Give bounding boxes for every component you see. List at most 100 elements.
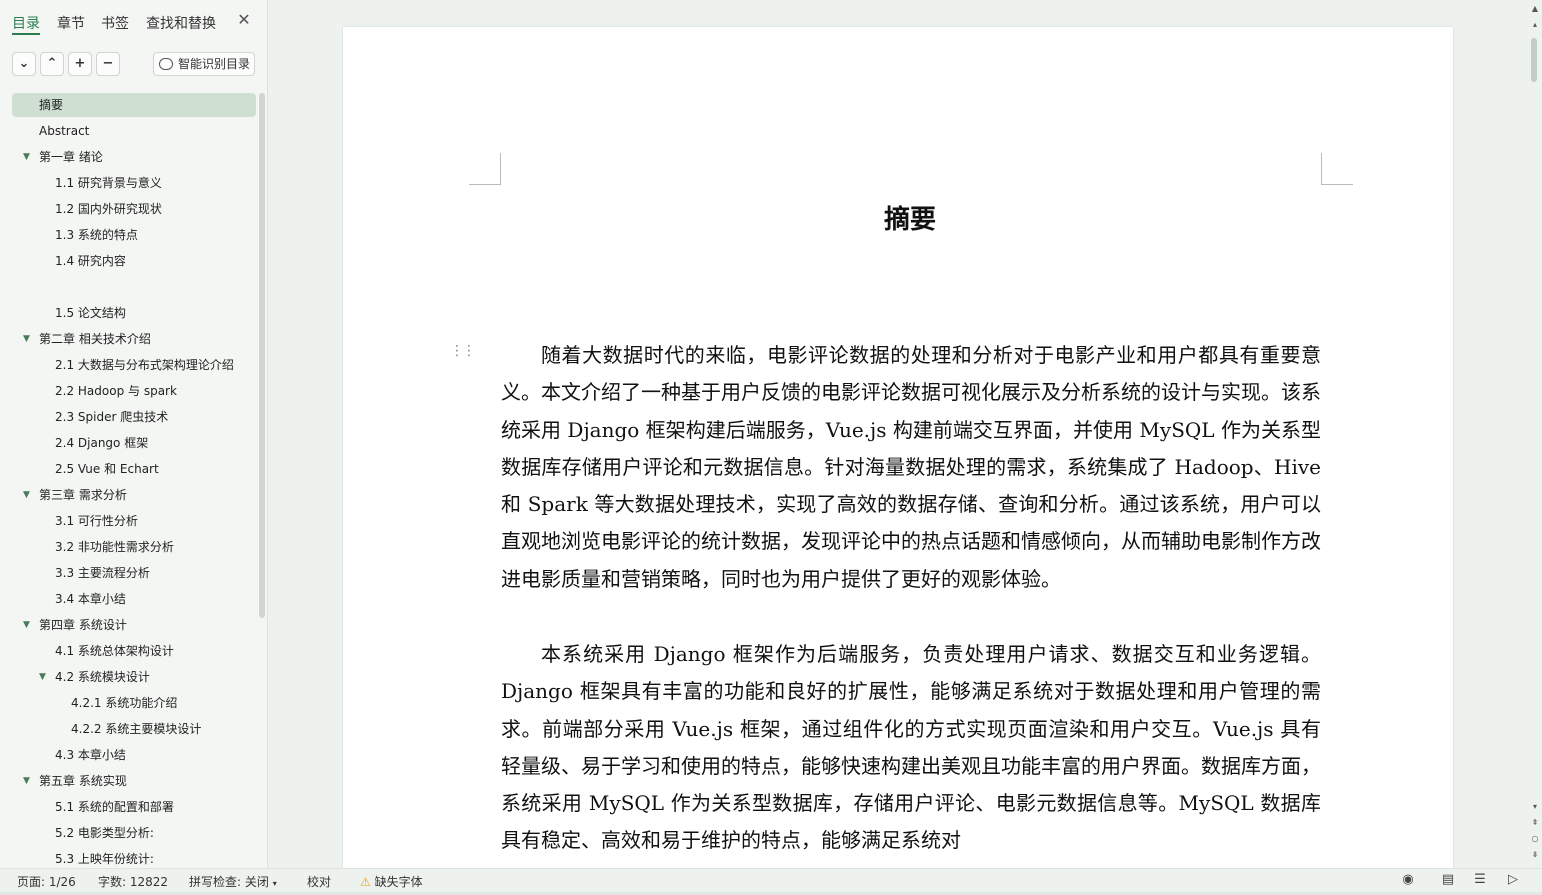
toc-item-label: 2.1 大数据与分布式架构理论介绍 [55,358,234,372]
toc-item[interactable]: 1.5 论文结构 [12,301,256,325]
scroll-up-icon[interactable]: ▴ [1530,20,1540,29]
toc-item-label: 1.5 论文结构 [55,306,126,320]
expand-arrow-icon[interactable]: ▼ [39,665,49,689]
toc-scrollbar[interactable] [259,93,265,618]
page-indicator[interactable]: 页面: 1/26 [17,873,76,890]
margin-corner-tl [469,153,501,185]
status-bar: 页面: 1/26 字数: 12822 拼写检查: 关闭 ▾ 校对 ⚠ 缺失字体 … [0,868,1542,892]
toc-item[interactable]: ▼ 第三章 需求分析 [12,483,256,507]
toc-item[interactable]: 摘要 [12,93,256,117]
tab-bookmarks[interactable]: 书签 [101,13,129,33]
toc-item[interactable]: 1.2 国内外研究现状 [12,197,256,221]
paragraph: 随着大数据时代的来临，电影评论数据的处理和分析对于电影产业和用户都具有重要意义。… [501,343,1321,591]
toc-item-label: 2.4 Django 框架 [55,436,149,450]
toc-item-label: 5.1 系统的配置和部署 [55,800,174,814]
toc-item-label: 3.3 主要流程分析 [55,566,150,580]
next-page-icon[interactable]: ⇟ [1530,850,1540,859]
page-view-icon[interactable]: ▤ [1439,872,1457,890]
smart-toc-button[interactable]: 智能识别目录 [153,52,255,76]
active-tab-underline [12,33,40,35]
toc-item[interactable]: 1.1 研究背景与意义 [12,171,256,195]
page-title: 摘要 [883,205,936,235]
toc-item[interactable]: 2.3 Spider 爬虫技术 [12,405,256,429]
close-icon[interactable]: ✕ [236,12,252,28]
chevron-down-icon: ▾ [272,879,277,888]
expand-arrow-icon[interactable]: ▼ [23,769,33,793]
toc-item[interactable]: 2.4 Django 框架 [12,431,256,455]
minus-icon[interactable]: − [96,52,120,76]
toc-item-label: 4.3 本章小结 [55,748,126,762]
toc-item-label: 5.3 上映年份统计: [55,852,154,866]
toc-list: 摘要 Abstract ▼ 第一章 绪论 1.1 研究背景与意义 1.2 国内外研究现状 1… [0,92,258,868]
missing-font-label: 缺失字体 [374,875,423,889]
toc-item-label: 5.2 电影类型分析: [55,826,154,840]
toc-item-label: 4.1 系统总体架构设计 [55,644,174,658]
toc-item-label: 1.1 研究背景与意义 [55,176,162,190]
scroll-top-icon[interactable]: ▲ [1530,4,1540,13]
scroll-down-icon[interactable]: ▾ [1530,802,1540,811]
toc-item-label: 3.1 可行性分析 [55,514,138,528]
toc-item-label: 第三章 需求分析 [39,488,127,502]
play-icon[interactable]: ▷ [1504,872,1522,890]
missing-font-button[interactable]: ⚠ 缺失字体 [360,873,423,890]
toc-item[interactable]: ▼ 第四章 系统设计 [12,613,256,637]
expand-arrow-icon[interactable]: ▼ [23,327,33,351]
toc-item[interactable]: ▼ 第二章 相关技术介绍 [12,327,256,351]
toc-item[interactable]: 5.1 系统的配置和部署 [12,795,256,819]
chevron-down-icon[interactable]: ⌄ [12,52,36,76]
toc-item-label: 第五章 系统实现 [39,774,127,788]
toc-item[interactable]: 5.3 上映年份统计: [12,847,256,868]
toc-item[interactable]: 4.2.2 系统主要模块设计 [12,717,256,741]
plus-icon[interactable]: + [68,52,92,76]
chevron-up-icon[interactable]: ⌃ [40,52,64,76]
tab-chapters[interactable]: 章节 [57,13,85,33]
toc-item[interactable]: 1.3 系统的特点 [12,223,256,247]
toc-item-label: 4.2.2 系统主要模块设计 [71,722,202,736]
toc-item[interactable]: 2.5 Vue 和 Echart [12,457,256,481]
toc-item[interactable]: ▼ 第一章 绪论 [12,145,256,169]
toc-item[interactable]: 4.2.1 系统功能介绍 [12,691,256,715]
spellcheck-toggle[interactable]: 拼写检查: 关闭 ▾ [189,873,277,890]
toc-item[interactable]: 3.4 本章小结 [12,587,256,611]
paragraph: 本系统采用 Django 框架作为后端服务，负责处理用户请求、数据交互和业务逻辑… [501,642,1321,853]
toc-item-label: 第四章 系统设计 [39,618,127,632]
smart-icon [159,58,173,70]
toc-item[interactable]: 3.3 主要流程分析 [12,561,256,585]
toc-item[interactable]: Abstract [12,119,256,143]
toc-item[interactable]: 3.2 非功能性需求分析 [12,535,256,559]
toc-item[interactable]: 2.2 Hadoop 与 spark [12,379,256,403]
toc-item[interactable]: 2.1 大数据与分布式架构理论介绍 [12,353,256,377]
prev-page-icon[interactable]: ⇞ [1530,818,1540,827]
tab-toc[interactable]: 目录 [12,13,40,33]
toc-item[interactable]: 5.2 电影类型分析: [12,821,256,845]
document-scrollbar[interactable]: ▲ ▴ ▾ ⇞ ○ ⇟ [1528,0,1542,868]
toc-item[interactable]: 1.4 研究内容 [12,249,256,273]
tab-find-replace[interactable]: 查找和替换 [146,13,216,33]
toc-item[interactable]: 4.1 系统总体架构设计 [12,639,256,663]
word-count[interactable]: 字数: 12822 [98,873,168,890]
toc-item[interactable]: ▼ 4.2 系统模块设计 [12,665,256,689]
drag-handle-icon[interactable]: ⋮⋮ [450,343,476,359]
expand-arrow-icon[interactable]: ▼ [23,613,33,637]
sidebar-tabs: 目录 章节 书签 查找和替换 ✕ [0,0,268,44]
toc-item-label: 摘要 [39,98,64,112]
toc-item-label: 1.4 研究内容 [55,254,126,268]
proofread-button[interactable]: 校对 [307,873,331,890]
warning-icon: ⚠ [360,875,371,889]
toc-item[interactable]: 3.1 可行性分析 [12,509,256,533]
eye-icon[interactable]: ◉ [1399,872,1417,890]
toc-item-label: 4.2.1 系统功能介绍 [71,696,178,710]
outline-view-icon[interactable]: ☰ [1471,872,1489,890]
expand-arrow-icon[interactable]: ▼ [23,145,33,169]
toc-item-label: 第一章 绪论 [39,150,103,164]
spellcheck-label: 拼写检查: 关闭 [189,875,269,889]
toc-item[interactable]: 4.3 本章小结 [12,743,256,767]
document-page[interactable]: 摘要 ⋮⋮ 随着大数据时代的来临，电影评论数据的处理和分析对于电影产业和用户都具… [343,27,1453,868]
toc-toolbar: ⌄ ⌃ + − 智能识别目录 [0,52,268,80]
expand-arrow-icon[interactable]: ▼ [23,483,33,507]
margin-corner-tr [1321,153,1353,185]
toc-item-label: 2.5 Vue 和 Echart [55,462,159,476]
toc-item[interactable]: ▼ 第五章 系统实现 [12,769,256,793]
select-object-icon[interactable]: ○ [1530,834,1540,843]
scrollbar-thumb[interactable] [1531,38,1537,82]
